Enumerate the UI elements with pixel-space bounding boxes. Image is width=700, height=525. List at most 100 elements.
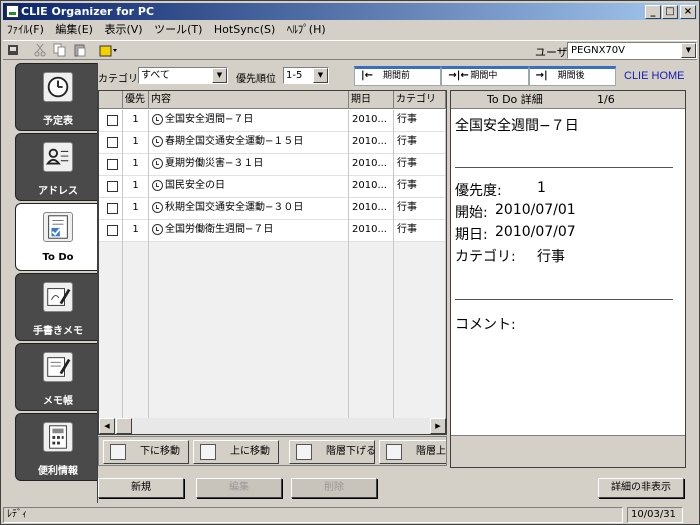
move-up-button[interactable]: 上に移動: [193, 440, 279, 464]
hotsync-sync-icon[interactable]: [99, 43, 119, 57]
cut-icon[interactable]: [33, 43, 47, 57]
row-checkbox[interactable]: [107, 225, 118, 236]
todo-checklist-icon: [43, 212, 73, 242]
row-checkbox[interactable]: [107, 137, 118, 148]
row-content-cell: 全国安全週間−７日: [149, 110, 349, 132]
row-priority: 1: [123, 110, 149, 132]
row-checkbox[interactable]: [107, 159, 118, 170]
period-before-button[interactable]: |← 期間前: [354, 66, 442, 86]
move-up-label: 上に移動: [230, 446, 270, 457]
menu-hotsync[interactable]: HotSync(S): [210, 21, 279, 39]
sidebar-tab-schedule[interactable]: 予定表: [15, 63, 99, 131]
table-row[interactable]: 1 国民安全の日 2010... 行事: [99, 176, 446, 198]
period-after-button[interactable]: →| 期間後: [528, 66, 616, 86]
table-row[interactable]: 1 全国安全週間−７日 2010... 行事: [99, 110, 446, 132]
sidebar-tab-handwriting-memo[interactable]: 手書きメモ: [15, 273, 99, 341]
row-checkbox[interactable]: [107, 181, 118, 192]
header-check[interactable]: [99, 91, 123, 109]
table-empty-area: [99, 242, 446, 432]
sidebar-tab-address[interactable]: アドレス: [15, 133, 99, 201]
paste-icon[interactable]: [73, 43, 87, 57]
header-content[interactable]: 内容: [149, 91, 349, 109]
minimize-button[interactable]: _: [645, 5, 661, 19]
edit-button[interactable]: 編集: [196, 478, 282, 498]
divider: [455, 167, 673, 168]
period-bar: |← 期間前 →|← 期間中 →| 期間後: [354, 66, 616, 86]
row-checkbox[interactable]: [107, 115, 118, 126]
move-down-icon: [110, 444, 126, 460]
toolbar: ユーザ: PEGNX70V ▼: [3, 40, 697, 60]
row-content: 夏期労働災害−３１日: [165, 158, 264, 169]
repeat-clock-icon: [152, 157, 163, 169]
chevron-down-icon[interactable]: ▼: [681, 43, 696, 58]
arrow-left-bar-icon: |←: [361, 70, 374, 81]
empty-col: [349, 242, 394, 432]
move-down-button[interactable]: 下に移動: [103, 440, 189, 464]
level-up-button[interactable]: 階層上: [379, 440, 446, 464]
row-category: 行事: [394, 110, 446, 132]
row-due: 2010...: [349, 220, 394, 242]
window-title: CLIE Organizer for PC: [21, 5, 155, 18]
delete-button[interactable]: 削除: [291, 478, 377, 498]
row-content-cell: 全国労働衛生週間−７日: [149, 220, 349, 242]
copy-icon[interactable]: [53, 43, 67, 57]
new-button[interactable]: 新規: [98, 478, 184, 498]
sidebar-tab-label: 予定表: [43, 116, 73, 127]
sidebar-tab-useful-info[interactable]: 便利情報: [15, 413, 99, 481]
address-card-icon: [43, 142, 73, 172]
arrow-right-bar-icon: →|: [535, 70, 548, 81]
horizontal-scrollbar[interactable]: ◀ ▶: [99, 418, 446, 434]
scroll-thumb[interactable]: [116, 418, 132, 434]
maximize-button[interactable]: □: [662, 5, 678, 19]
menu-edit[interactable]: 編集(E): [51, 21, 97, 39]
row-check-cell: [99, 110, 123, 132]
row-priority: 1: [123, 154, 149, 176]
priority-filter-select[interactable]: 1-5 ▼: [283, 67, 329, 84]
row-priority: 1: [123, 132, 149, 154]
repeat-clock-icon: [152, 223, 163, 235]
todo-table: 優先 内容 期日 カテゴリ 1 全国安全週間−７日 2010... 行事 1 春…: [98, 90, 447, 435]
user-select[interactable]: PEGNX70V ▼: [567, 42, 697, 59]
todo-panel: カテゴリ すべて ▼ 優先順位 1-5 ▼ |← 期間前 →|← 期間中 →| 期間後…: [97, 63, 693, 503]
header-priority[interactable]: 優先: [123, 91, 149, 109]
scroll-right-icon[interactable]: ▶: [430, 418, 446, 434]
close-button[interactable]: ×: [680, 5, 696, 19]
empty-col: [394, 242, 446, 432]
row-category: 行事: [394, 198, 446, 220]
chevron-down-icon[interactable]: ▼: [212, 68, 227, 83]
status-text: ﾚﾃﾞｨ: [3, 507, 623, 523]
period-during-button[interactable]: →|← 期間中: [441, 66, 529, 86]
database-icon[interactable]: [7, 43, 21, 57]
chevron-down-icon[interactable]: ▼: [313, 68, 328, 83]
row-priority: 1: [123, 176, 149, 198]
row-content: 国民安全の日: [165, 180, 225, 191]
header-due[interactable]: 期日: [349, 91, 394, 109]
row-content: 全国安全週間−７日: [165, 114, 254, 125]
empty-col: [99, 242, 123, 432]
empty-col: [149, 242, 349, 432]
sidebar-tab-memo-pad[interactable]: メモ帳: [15, 343, 99, 411]
menu-file[interactable]: ﾌｧｲﾙ(F): [3, 21, 48, 39]
detail-priority-label: 優先度:: [455, 183, 502, 199]
table-row[interactable]: 1 全国労働衛生週間−７日 2010... 行事: [99, 220, 446, 242]
hide-detail-button[interactable]: 詳細の非表示: [598, 478, 684, 498]
level-down-button[interactable]: 階層下げる: [289, 440, 376, 464]
app-window: CLIE Organizer for PC _ □ × ﾌｧｲﾙ(F) 編集(E…: [0, 0, 700, 525]
category-filter-select[interactable]: すべて ▼: [138, 67, 228, 84]
table-row[interactable]: 1 秋期全国交通安全運動−３０日 2010... 行事: [99, 198, 446, 220]
sidebar-tab-todo[interactable]: To Do: [15, 203, 101, 271]
arrow-converge-icon: →|←: [448, 70, 469, 81]
menu-help[interactable]: ﾍﾙﾌﾟ(H): [283, 21, 330, 39]
menu-tools[interactable]: ツール(T): [150, 21, 206, 39]
table-row[interactable]: 1 春期全国交通安全運動−１５日 2010... 行事: [99, 132, 446, 154]
row-checkbox[interactable]: [107, 203, 118, 214]
scroll-left-icon[interactable]: ◀: [99, 418, 115, 434]
menu-view[interactable]: 表示(V): [100, 21, 146, 39]
header-category[interactable]: カテゴリ: [394, 91, 446, 109]
clie-home-link[interactable]: CLIE HOME: [624, 70, 685, 82]
row-check-cell: [99, 132, 123, 154]
table-row[interactable]: 1 夏期労働災害−３１日 2010... 行事: [99, 154, 446, 176]
detail-heading: 全国安全週間−７日: [455, 118, 579, 134]
sidebar-tab-label: メモ帳: [43, 396, 73, 407]
level-down-label: 階層下げる: [326, 446, 376, 457]
